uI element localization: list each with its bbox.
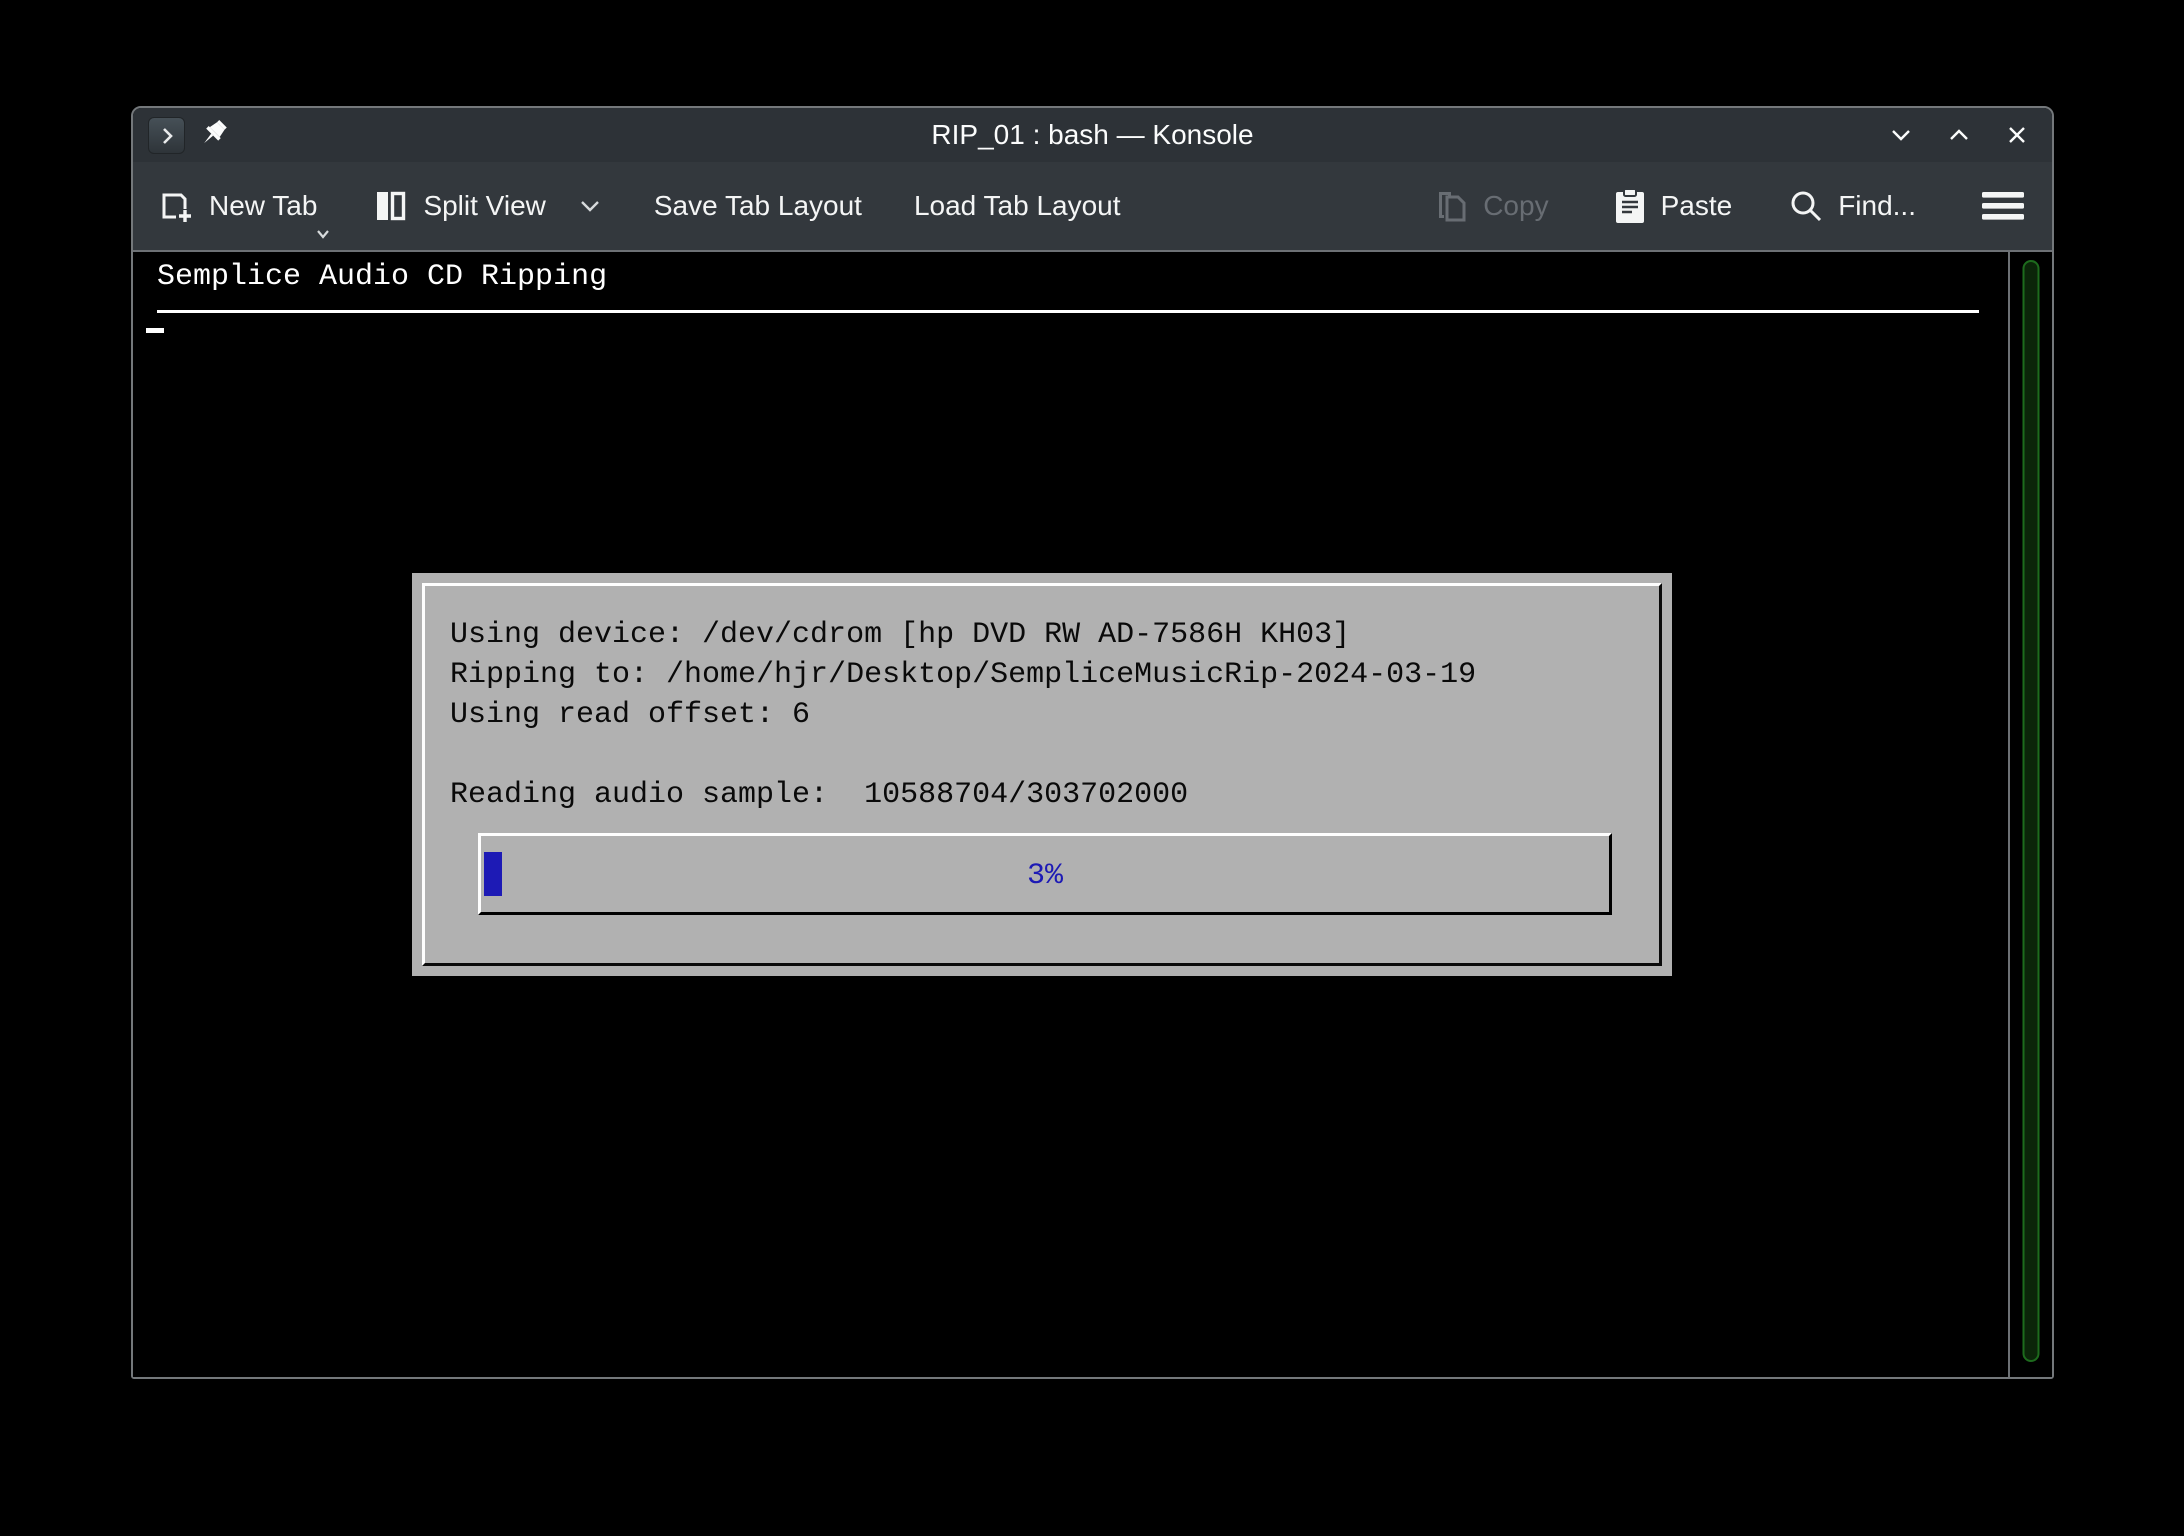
window-controls — [1886, 108, 2032, 162]
terminal-screen[interactable]: Semplice Audio CD Ripping Using device: … — [133, 252, 2052, 1377]
find-button[interactable]: Find... — [1788, 188, 1916, 224]
close-icon — [2002, 120, 2032, 150]
new-tab-icon — [159, 188, 195, 224]
copy-label: Copy — [1483, 190, 1548, 222]
load-tab-layout-button[interactable]: Load Tab Layout — [914, 190, 1121, 222]
search-icon — [1788, 188, 1824, 224]
paste-label: Paste — [1661, 190, 1733, 222]
window-title: RIP_01 : bash — Konsole — [133, 108, 2052, 162]
save-tab-layout-label: Save Tab Layout — [654, 190, 862, 222]
paste-button[interactable]: Paste — [1613, 187, 1733, 225]
split-view-label: Split View — [423, 190, 545, 222]
terminal-heading-rule — [157, 310, 1979, 313]
maximize-button[interactable] — [1944, 120, 1974, 150]
dialog-line-device: Using device: /dev/cdrom [hp DVD RW AD-7… — [450, 618, 1350, 652]
find-label: Find... — [1838, 190, 1916, 222]
split-view-button[interactable]: Split View — [373, 188, 601, 224]
terminal-cursor — [146, 328, 164, 333]
chevron-down-icon — [1886, 120, 1916, 150]
copy-button[interactable]: Copy — [1435, 188, 1548, 224]
dialog-line-reading: Reading audio sample: 10588704/303702000 — [450, 778, 1188, 812]
split-view-icon — [373, 188, 409, 224]
paste-icon — [1613, 187, 1647, 225]
titlebar: RIP_01 : bash — Konsole — [133, 108, 2052, 162]
chevron-up-icon — [1944, 120, 1974, 150]
progress-percent-label: 3% — [481, 859, 1609, 893]
toolbar: New Tab Split View Save Ta — [133, 162, 2052, 252]
close-button[interactable] — [2002, 120, 2032, 150]
save-tab-layout-button[interactable]: Save Tab Layout — [654, 190, 862, 222]
progress-bar: 3% — [478, 833, 1612, 915]
minimize-button[interactable] — [1886, 120, 1916, 150]
ripping-dialog: Using device: /dev/cdrom [hp DVD RW AD-7… — [412, 573, 1672, 976]
load-tab-layout-label: Load Tab Layout — [914, 190, 1121, 222]
dialog-line-ripping: Ripping to: /home/hjr/Desktop/SempliceMu… — [450, 658, 1476, 692]
hamburger-menu-icon — [1980, 189, 2026, 223]
scrollbar-handle[interactable] — [2023, 260, 2040, 1362]
scrollbar-track[interactable] — [2008, 252, 2052, 1377]
new-tab-dropdown-chevron-icon — [315, 228, 331, 240]
new-tab-button[interactable]: New Tab — [159, 188, 317, 224]
terminal-heading: Semplice Audio CD Ripping — [157, 260, 607, 294]
dialog-line-offset: Using read offset: 6 — [450, 698, 810, 732]
copy-icon — [1435, 188, 1469, 224]
hamburger-menu-button[interactable] — [1980, 189, 2026, 223]
split-view-dropdown-chevron-icon — [578, 197, 602, 215]
konsole-window: RIP_01 : bash — Konsole — [131, 106, 2054, 1379]
new-tab-label: New Tab — [209, 190, 317, 222]
